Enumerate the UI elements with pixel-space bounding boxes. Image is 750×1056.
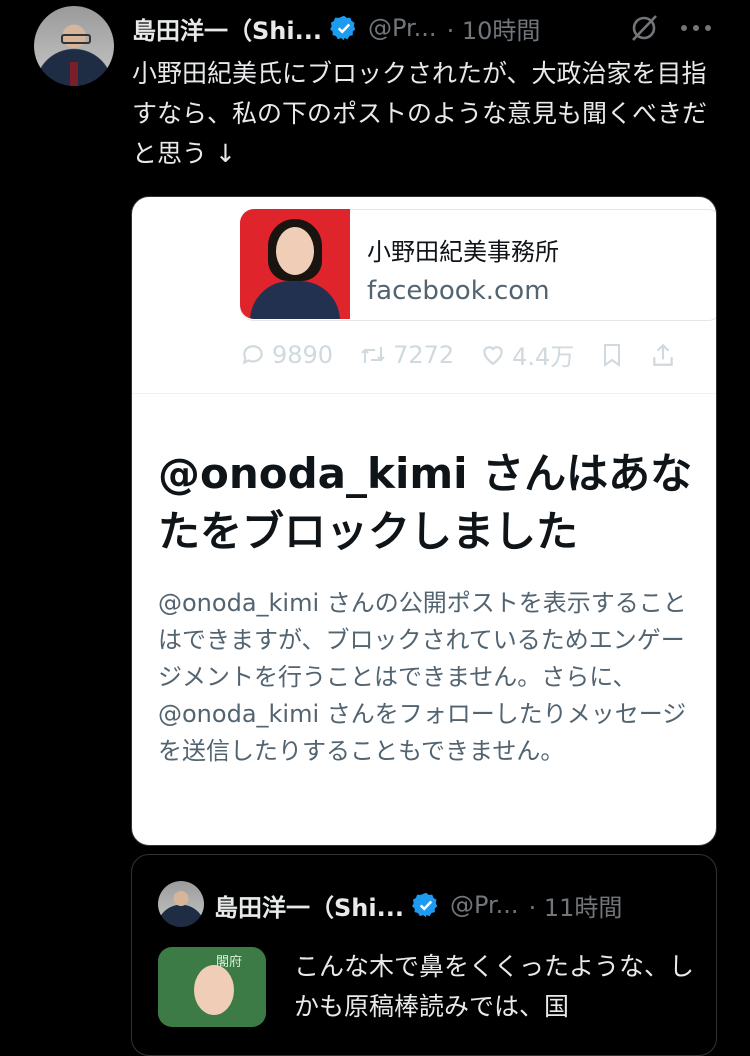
repost-count: 7272 [393, 340, 455, 369]
quoted-post[interactable]: 島田洋一（Shi... @Pr... · 11時間 閣府 こんな木で鼻をくくった… [131, 854, 717, 1056]
post-header: 島田洋一（Shi... @Pr... · 10時間 [132, 10, 540, 46]
divider [132, 393, 716, 394]
link-preview-title: 小野田紀美事務所 [367, 238, 559, 266]
reply-count: 9890 [272, 340, 334, 369]
more-icon[interactable] [676, 10, 716, 46]
post-text: 小野田紀美氏にブロックされたが、大政治家を目指すなら、私の下のポストのような意見… [132, 59, 708, 168]
quoted-post-header: 島田洋一（Shi... @Pr... · 11時間 [214, 887, 622, 923]
bookmark-icon [604, 343, 621, 367]
reply-stat: 9890 [240, 341, 333, 369]
author-handle[interactable]: @Pr... [368, 14, 437, 42]
post-time[interactable]: · 10時間 [447, 11, 541, 46]
like-count: 4.4万 [512, 343, 575, 371]
block-notice-description: @onoda_kimi さんの公開ポストを表示することはできますが、ブロックされ… [158, 589, 687, 765]
quoted-author-handle: @Pr... [449, 891, 519, 919]
verified-icon [412, 892, 438, 918]
quoted-post-time: · 11時間 [528, 893, 623, 922]
attached-screenshot[interactable]: 小野田紀美事務所 facebook.com 9890 7272 4.4万 @on… [131, 196, 717, 846]
grok-icon[interactable] [624, 10, 664, 46]
verified-icon [330, 15, 356, 41]
link-preview-card: 小野田紀美事務所 facebook.com [240, 209, 716, 321]
quoted-post-text: こんな木で鼻をくくったような、しかも原稿棒読みでは、国 [294, 952, 695, 1021]
block-notice-title: @onoda_kimi さんはあなたをブロックしました [158, 449, 693, 556]
like-icon [483, 345, 503, 365]
like-stat: 4.4万 [480, 337, 574, 372]
engagement-stats: 9890 7272 4.4万 [240, 337, 716, 372]
quoted-avatar [158, 881, 204, 927]
quoted-author-name: 島田洋一（Shi... [214, 893, 404, 922]
profile-photo [240, 209, 350, 319]
reply-icon [242, 344, 263, 365]
repost-icon [361, 346, 385, 363]
share-icon [653, 343, 674, 366]
avatar[interactable] [34, 6, 114, 86]
quoted-media-thumbnail[interactable]: 閣府 [158, 947, 266, 1027]
link-preview-domain: facebook.com [367, 276, 550, 306]
author-name[interactable]: 島田洋一（Shi... [132, 11, 322, 46]
repost-stat: 7272 [359, 341, 454, 369]
